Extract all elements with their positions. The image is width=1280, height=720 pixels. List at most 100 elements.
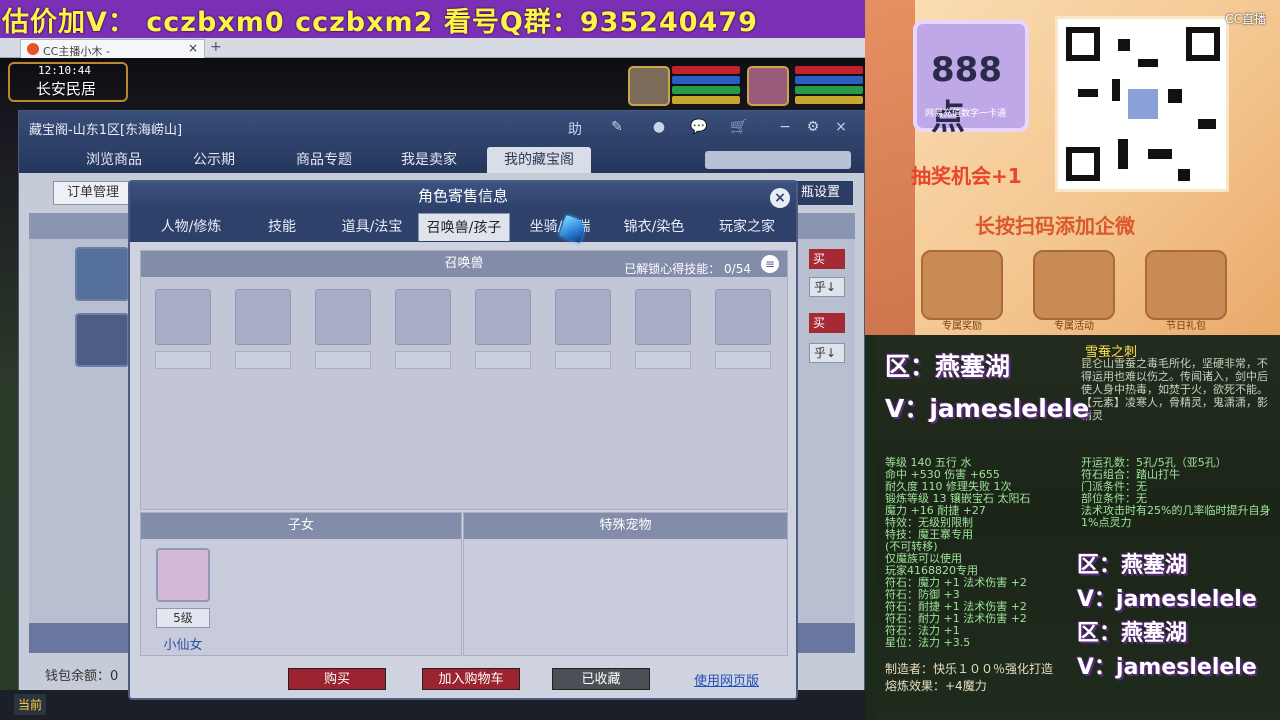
browser-tab[interactable]: CC主播小木 - × xyxy=(20,39,205,58)
gift-label: 节日礼包 xyxy=(1166,321,1206,332)
player-status-bars xyxy=(795,66,863,106)
promo-panel: 888点 网易充值数字一卡通 抽奖机会+1 CC直播 长按扫码添加企微 专属奖励… xyxy=(865,0,1280,335)
sort-button-row2[interactable]: 乎↓ xyxy=(809,343,845,363)
dialog-title: 角色寄售信息 xyxy=(130,182,796,210)
web-version-link[interactable]: 使用网页版 xyxy=(694,670,759,689)
pet-progress-label: 已解锁心得技能： xyxy=(624,262,721,276)
effects-line: 熔炼效果：+4魔力 xyxy=(885,679,987,693)
edit-icon[interactable]: ✎ xyxy=(607,119,627,137)
settings-button[interactable]: 瓶设置 xyxy=(795,181,853,205)
pet-panel: 召唤兽 已解锁心得技能： 0/54 ≡ xyxy=(140,250,788,510)
cart-icon[interactable]: 🛒 xyxy=(729,119,749,137)
cc-favicon-icon xyxy=(27,43,39,55)
pet-slot-name xyxy=(475,351,531,369)
child-level: 5级 xyxy=(156,608,210,628)
search-input[interactable] xyxy=(705,151,851,169)
child-avatar[interactable] xyxy=(156,548,210,602)
settings-icon[interactable]: ⚙ xyxy=(803,119,823,137)
special-pets-panel: 特殊宠物 xyxy=(463,512,788,656)
tab-outfits[interactable]: 锦衣/染色 xyxy=(608,213,700,241)
pet-progress-value: 0/54 xyxy=(724,262,751,276)
favorited-button[interactable]: 已收藏 xyxy=(552,668,650,690)
game-clock: 12:10:44 xyxy=(38,64,91,77)
tab-skills[interactable]: 技能 xyxy=(242,213,322,241)
gift-holiday-pack[interactable]: 节日礼包 xyxy=(1145,250,1227,332)
pet-slot[interactable] xyxy=(715,289,771,345)
overlay-zone-3: 区：燕塞湖 xyxy=(1077,621,1188,646)
dialog-close-icon[interactable]: × xyxy=(770,188,790,208)
maker-line: 制造者：快乐１００％强化打造 xyxy=(885,662,1054,676)
window-title: 藏宝阁-山东1区[东海崂山] xyxy=(29,123,183,138)
overlay-wechat-1: V：jameslelele xyxy=(885,394,1090,423)
pet-slot-name xyxy=(555,351,611,369)
chat-icon[interactable]: 💬 xyxy=(689,119,709,137)
pet-slot[interactable] xyxy=(235,289,291,345)
promo-banner: 估价加V： cczbxm0 cczbxm2 看号Q群：935240479 xyxy=(0,0,865,38)
close-icon[interactable]: × xyxy=(831,119,851,137)
pet-slot[interactable] xyxy=(395,289,451,345)
buy-button-row1[interactable]: 买 xyxy=(809,249,845,269)
child-name[interactable]: 小仙女 xyxy=(150,634,216,653)
tab-browse[interactable]: 浏览商品 xyxy=(59,147,169,173)
pet-slot[interactable] xyxy=(475,289,531,345)
player-portrait[interactable] xyxy=(747,66,789,106)
tab-my-pavilion[interactable]: 我的藏宝阁 xyxy=(487,147,591,173)
game-location: 长安民居 xyxy=(36,80,97,98)
tab-topics[interactable]: 商品专题 xyxy=(269,147,379,173)
pet-slot[interactable] xyxy=(155,289,211,345)
tab-character[interactable]: 人物/修炼 xyxy=(144,213,238,241)
minimize-icon[interactable]: − xyxy=(775,119,795,137)
card-value: 888点 xyxy=(931,50,1002,138)
tab-home[interactable]: 玩家之家 xyxy=(702,213,792,241)
pet-skill-progress: 已解锁心得技能： 0/54 xyxy=(624,256,751,282)
tab-pets-children[interactable]: 召唤兽/孩子 xyxy=(418,213,510,241)
point-card: 888点 网易充值数字一卡通 xyxy=(913,20,1029,138)
pet-slot-name xyxy=(715,351,771,369)
help-icon[interactable]: 助 xyxy=(565,119,585,138)
order-manage-button[interactable]: 订单管理 xyxy=(53,181,133,205)
pet-status-bars xyxy=(672,66,740,106)
add-to-cart-button[interactable]: 加入购物车 xyxy=(422,668,520,690)
banner-text: 估价加V： cczbxm0 cczbxm2 看号Q群：935240479 xyxy=(2,6,758,38)
pet-slot[interactable] xyxy=(555,289,611,345)
pet-slot-name xyxy=(395,351,451,369)
qr-code[interactable] xyxy=(1055,16,1229,192)
special-pets-header: 特殊宠物 xyxy=(464,513,787,539)
sort-button-row1[interactable]: 乎↓ xyxy=(809,277,845,297)
character-thumbnail[interactable] xyxy=(75,247,129,301)
tab-close-icon[interactable]: × xyxy=(188,41,198,55)
new-tab-icon[interactable]: + xyxy=(210,39,222,55)
pet-slot-name xyxy=(635,351,691,369)
window-nav: 浏览商品 公示期 商品专题 我是卖家 我的藏宝阁 xyxy=(19,143,864,173)
list-icon[interactable]: ≡ xyxy=(761,255,779,273)
gift-label: 专属奖励 xyxy=(942,321,982,332)
tab-mounts[interactable]: 坐骑/祥瑞 xyxy=(514,213,606,241)
pet-header-label: 召唤兽 xyxy=(444,256,484,271)
pet-slot[interactable] xyxy=(315,289,371,345)
overlay-wechat-3: V：jameslelele xyxy=(1077,655,1257,680)
item-description: 昆仑山雪蚕之毒毛所化，坚硬非常，不得运用也难以伤之。传闻诸入，剑中后使人身中热毒… xyxy=(1081,357,1268,422)
tab-items[interactable]: 道具/法宝 xyxy=(326,213,418,241)
buy-button[interactable]: 购买 xyxy=(288,668,386,690)
scan-hint-text: 长按扫码添加企微 xyxy=(975,214,1135,238)
card-subtitle: 网易充值数字一卡通 xyxy=(925,109,1007,119)
pet-header: 召唤兽 已解锁心得技能： 0/54 ≡ xyxy=(141,251,787,277)
browser-tab-title: CC主播小木 - xyxy=(43,45,110,58)
stat-line: 星位：法力 +3.5 xyxy=(885,636,971,649)
item-stats-right: 开运孔数：5孔/5孔（亚5孔） 符石组合：踏山打牛 门派条件：无 部位条件：无 … xyxy=(1081,457,1277,529)
gift-exclusive-event[interactable]: 专属活动 xyxy=(1033,250,1115,332)
pet-portrait[interactable] xyxy=(628,66,670,106)
tab-seller[interactable]: 我是卖家 xyxy=(379,147,479,173)
record-icon[interactable]: ● xyxy=(649,119,669,137)
current-channel-button[interactable]: 当前 xyxy=(14,694,47,715)
overlay-zone-1: 区：燕塞湖 xyxy=(885,352,1011,381)
pet-slot[interactable] xyxy=(635,289,691,345)
buy-button-row2[interactable]: 买 xyxy=(809,313,845,333)
pet-slot-name xyxy=(235,351,291,369)
gift-exclusive-reward[interactable]: 专属奖励 xyxy=(921,250,1003,332)
tab-publicity[interactable]: 公示期 xyxy=(169,147,259,173)
weapon-thumbnail[interactable] xyxy=(75,313,129,367)
pet-slot-name xyxy=(155,351,211,369)
stat-line: 法术攻击时有25%的几率临时提升自身1%点灵力 xyxy=(1081,504,1271,529)
promo-decoration xyxy=(865,0,915,335)
